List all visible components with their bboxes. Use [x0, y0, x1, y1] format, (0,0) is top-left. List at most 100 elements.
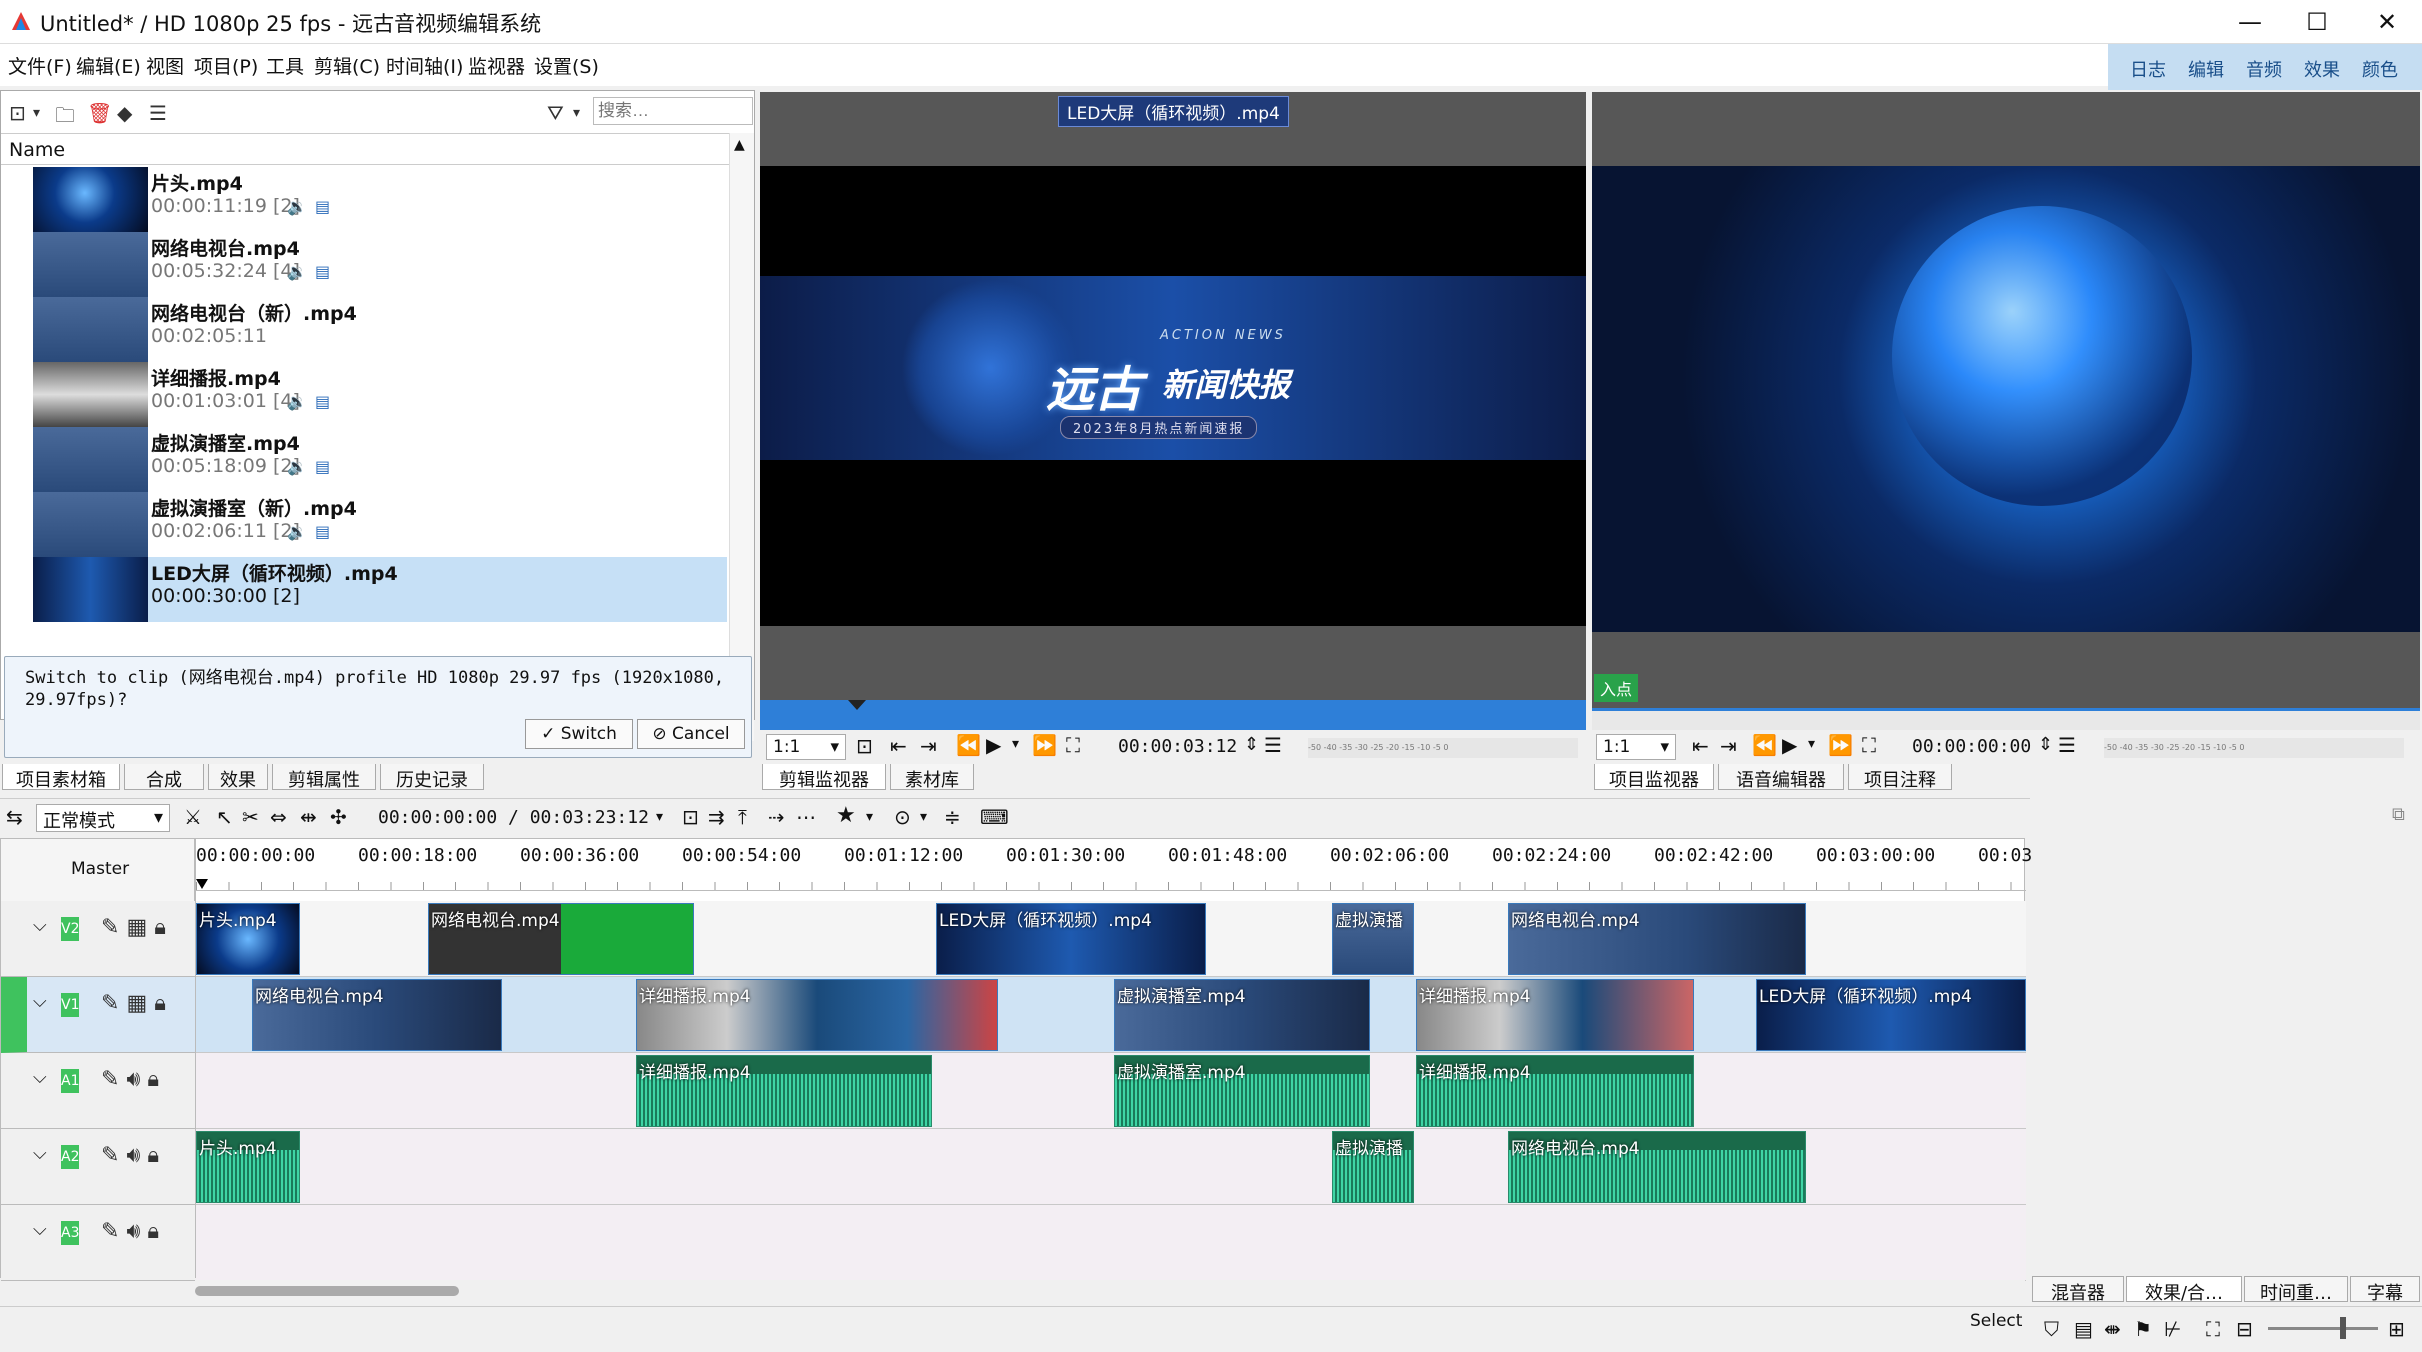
panel-undock-icon[interactable]: ⧉: [2392, 804, 2405, 825]
flag-icon[interactable]: ⚑: [2134, 1317, 2152, 1341]
minimize-button[interactable]: —: [2215, 0, 2285, 44]
collapse-icon[interactable]: ⌵: [33, 1143, 47, 1164]
timeline-clip[interactable]: 虚拟演播: [1332, 903, 1414, 975]
layout-edit[interactable]: 编辑: [2188, 56, 2224, 82]
collapse-icon[interactable]: ⌵: [33, 1219, 47, 1240]
menu-clip[interactable]: 剪辑(C): [314, 52, 380, 79]
timecode-stepper-icon[interactable]: ⇕: [2038, 734, 2053, 755]
set-in-icon[interactable]: ⇤: [1692, 734, 1709, 758]
tab-clip-properties[interactable]: 剪辑属性: [272, 764, 376, 791]
menu-monitor[interactable]: 监视器: [468, 52, 525, 79]
bin-clip[interactable]: 网络电视台（新）.mp4 00:02:05:11: [33, 297, 727, 362]
timeline-clip[interactable]: 网络电视台.mp4: [1508, 903, 1806, 975]
timeline-clip[interactable]: 虚拟演播室.mp4: [1114, 1055, 1370, 1127]
play-dropdown-icon[interactable]: ▾: [1012, 736, 1019, 752]
folder-icon[interactable]: 🗀: [55, 101, 75, 135]
settings-icon[interactable]: ≑: [944, 805, 961, 829]
tab-subtitles[interactable]: 字幕: [2350, 1276, 2420, 1304]
edit-icon[interactable]: ✎: [101, 1219, 119, 1244]
tab-project-notes[interactable]: 项目注释: [1848, 764, 1952, 791]
lock-icon[interactable]: 🔒︎: [147, 1143, 159, 1168]
edit-icon[interactable]: ✎: [101, 1143, 119, 1168]
add-clip-icon[interactable]: ⊡: [9, 101, 26, 125]
marker-icon[interactable]: ⊙: [894, 805, 911, 829]
edit-icon[interactable]: ✎: [101, 915, 119, 940]
ripple-icon[interactable]: ⋯: [796, 805, 816, 829]
insert-icon[interactable]: ⇉: [708, 805, 725, 829]
speaker-icon[interactable]: 🔊︎: [126, 1067, 140, 1092]
tag-icon[interactable]: ◆: [117, 101, 132, 125]
project-monitor-scrubber[interactable]: [1592, 708, 2420, 732]
snap-icon[interactable]: ⊬: [2164, 1317, 2181, 1341]
speaker-icon[interactable]: 🔊︎: [126, 1219, 140, 1244]
tab-project-bin[interactable]: 项目素材箱: [2, 764, 120, 791]
forward-icon[interactable]: ⏩: [1032, 733, 1057, 757]
bin-scrollbar[interactable]: ▲ ▼: [729, 133, 754, 741]
menu-icon[interactable]: ☰: [149, 101, 167, 125]
playhead-marker[interactable]: [848, 700, 866, 710]
set-out-icon[interactable]: ⇥: [1720, 734, 1737, 758]
speaker-icon[interactable]: 🔊︎: [126, 1143, 140, 1168]
edit-icon[interactable]: ✎: [101, 1067, 119, 1092]
lock-icon[interactable]: 🔒︎: [147, 1219, 159, 1244]
zoom-select[interactable]: 1:1 ▾: [766, 734, 846, 760]
lock-icon[interactable]: 🔒︎: [154, 991, 166, 1016]
bin-clip[interactable]: 片头.mp4 00:00:11:19 [2] 🔉 ▤: [33, 167, 727, 232]
menu-file[interactable]: 文件(F): [8, 52, 72, 79]
set-out-icon[interactable]: ⇥: [920, 734, 937, 758]
menu-icon[interactable]: ☰: [2058, 733, 2076, 757]
layout-color[interactable]: 颜色: [2362, 56, 2398, 82]
play-icon[interactable]: ▶: [986, 733, 1001, 757]
timeline-clip[interactable]: 网络电视台.mp4: [428, 903, 694, 975]
timeline-hscrollbar[interactable]: [195, 1280, 2025, 1300]
bin-clip[interactable]: 虚拟演播室.mp4 00:05:18:09 [2] 🔉 ▤: [33, 427, 727, 492]
switch-button[interactable]: ✓ Switch: [525, 719, 633, 749]
stop-icon[interactable]: ⊡: [856, 734, 873, 758]
layout-log[interactable]: 日志: [2130, 56, 2166, 82]
timeline-clip[interactable]: 详细播报.mp4: [1416, 1055, 1694, 1127]
bin-clip[interactable]: 网络电视台.mp4 00:05:32:24 [4] 🔉 ▤: [33, 232, 727, 297]
timeline-clip[interactable]: 详细播报.mp4: [1416, 979, 1694, 1051]
clip-timecode[interactable]: 00:00:03:12: [1118, 736, 1237, 757]
bin-clip[interactable]: 虚拟演播室（新）.mp4 00:02:06:11 [2] 🔉 ▤: [33, 492, 727, 557]
delete-icon[interactable]: 🗑: [87, 101, 112, 125]
zoom-in-icon[interactable]: ⊞: [2388, 1317, 2405, 1341]
tab-effects-composition[interactable]: 效果/合…: [2126, 1276, 2242, 1304]
time-ruler[interactable]: 00:00:00:00 00:00:18:00 00:00:36:00 00:0…: [196, 839, 2032, 891]
favorite-dropdown-icon[interactable]: ▾: [866, 809, 873, 825]
lift-icon[interactable]: ⤒: [738, 805, 747, 829]
menu-icon[interactable]: ☰: [1264, 733, 1282, 757]
timeline-clip[interactable]: 虚拟演播室.mp4: [1114, 979, 1370, 1051]
timeline-clip[interactable]: LED大屏（循环视频）.mp4: [936, 903, 1206, 975]
track-settings-icon[interactable]: ⇆: [6, 805, 23, 829]
timecode-stepper-icon[interactable]: ⇕: [1244, 734, 1259, 755]
select-tool-icon[interactable]: ↖: [216, 805, 233, 829]
timeline-clip[interactable]: 网络电视台.mp4: [252, 979, 502, 1051]
zoom-out-icon[interactable]: ⊟: [2236, 1317, 2253, 1341]
razor-icon[interactable]: ⚔: [184, 805, 202, 829]
layout-effects[interactable]: 效果: [2304, 56, 2340, 82]
cut-icon[interactable]: ✂: [242, 805, 259, 829]
play-dropdown-icon[interactable]: ▾: [1808, 736, 1815, 752]
collapse-icon[interactable]: ⌵: [33, 915, 47, 936]
timeline-clip[interactable]: 片头.mp4: [196, 903, 300, 975]
tab-library[interactable]: 素材库: [890, 764, 974, 791]
bin-clip-selected[interactable]: LED大屏（循环视频）.mp4 00:00:30:00 [2]: [33, 557, 727, 622]
bin-search-input[interactable]: [593, 97, 753, 125]
timeline-playhead[interactable]: [196, 879, 208, 889]
zoom-slider-handle[interactable]: [2340, 1317, 2346, 1339]
cancel-button[interactable]: ⊘ Cancel: [637, 719, 745, 749]
tab-history[interactable]: 历史记录: [380, 764, 484, 791]
set-in-icon[interactable]: ⇤: [890, 734, 907, 758]
favorite-icon[interactable]: ★: [836, 803, 856, 828]
menu-edit[interactable]: 编辑(E): [76, 52, 141, 79]
marker-dropdown-icon[interactable]: ▾: [920, 809, 927, 825]
rewind-icon[interactable]: ⏪: [1752, 733, 1777, 757]
fullscreen-icon[interactable]: ⛶: [1066, 733, 1080, 757]
keyboard-icon[interactable]: ⌨: [980, 805, 1009, 829]
zoom-slider[interactable]: [2268, 1317, 2378, 1339]
name-column-header[interactable]: Name: [1, 133, 731, 165]
slip-icon[interactable]: ⇹: [300, 805, 317, 829]
collapse-icon[interactable]: ⌵: [33, 991, 47, 1012]
project-timecode[interactable]: 00:00:00:00: [1912, 736, 2031, 757]
